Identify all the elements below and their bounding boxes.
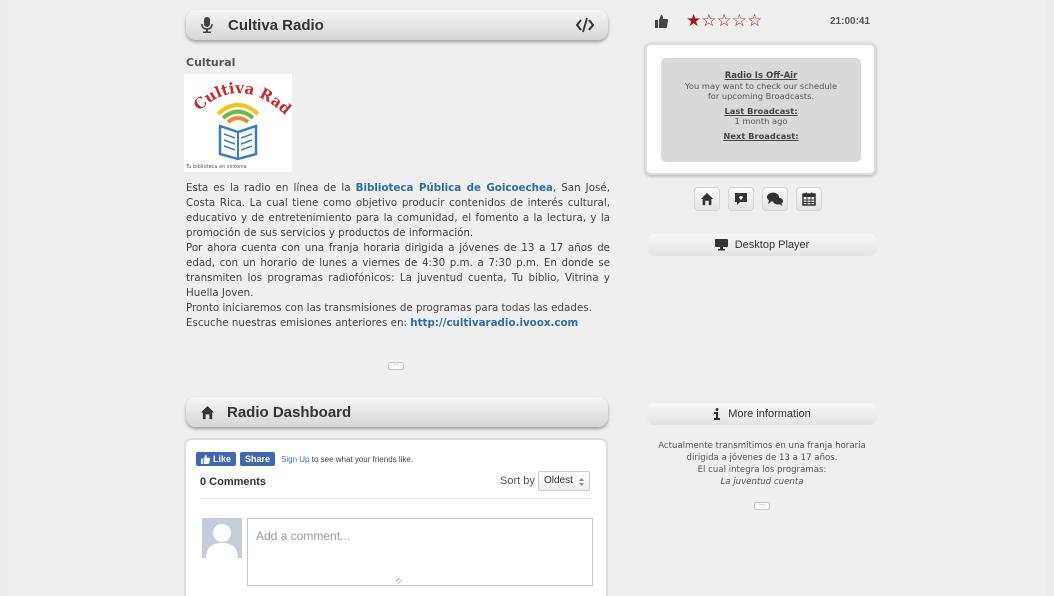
dashboard-title: Radio Dashboard xyxy=(227,403,352,421)
sort-arrows-icon xyxy=(579,478,584,486)
clock: 21:00:41 xyxy=(830,16,871,27)
microphone-icon xyxy=(201,17,213,33)
next-broadcast-label: Next Broadcast: xyxy=(723,131,799,141)
chat-icon xyxy=(767,192,783,206)
sort-select[interactable]: Oldest xyxy=(538,471,590,491)
description-paragraph: Pronto iniciaremos con las transmisiones… xyxy=(186,302,592,314)
user-silhouette-icon xyxy=(206,524,238,558)
home-button[interactable] xyxy=(694,187,720,211)
station-description: Esta es la radio en línea de la Bibliote… xyxy=(186,181,610,331)
star-rating[interactable]: ★ ☆ ☆ ☆ ☆ xyxy=(686,12,762,30)
chat-button[interactable] xyxy=(762,187,788,211)
comments-widget: Like Share Sign Up to see what your frie… xyxy=(184,438,608,596)
status-message: for upcoming Broadcasts. xyxy=(707,91,815,101)
action-buttons xyxy=(694,187,822,211)
star-empty-icon[interactable]: ☆ xyxy=(717,12,732,30)
expand-description-button[interactable]: ··· xyxy=(388,362,404,370)
station-logo: Cultiva Radio Tu biblioteca en sintonía xyxy=(179,60,295,172)
avatar xyxy=(202,518,242,558)
star-empty-icon[interactable]: ☆ xyxy=(747,12,762,30)
description-paragraph: Esta es la radio en línea de la Bibliote… xyxy=(186,182,610,239)
broadcast-status-panel: Radio Is Off-Air You may want to check o… xyxy=(645,43,876,175)
star-filled-icon[interactable]: ★ xyxy=(686,12,701,30)
star-empty-icon[interactable]: ☆ xyxy=(732,12,747,30)
genre-label: Cultural xyxy=(186,56,236,69)
ivoox-link[interactable]: http://cultivaradio.ivoox.com xyxy=(410,317,578,329)
thumbs-up-icon xyxy=(201,454,210,464)
last-broadcast-label: Last Broadcast: xyxy=(724,106,798,116)
broadcast-status-inner: Radio Is Off-Air You may want to check o… xyxy=(661,58,861,162)
facebook-share-button[interactable]: Share xyxy=(240,452,276,466)
comment-count: 0 Comments xyxy=(200,476,267,488)
divider xyxy=(200,498,592,499)
station-header: Cultiva Radio xyxy=(186,10,608,40)
facebook-like-row: Like Share Sign Up to see what your frie… xyxy=(196,452,413,466)
more-information-label: More information xyxy=(728,408,811,420)
star-empty-icon[interactable]: ☆ xyxy=(701,12,716,30)
calendar-icon xyxy=(802,192,816,206)
facebook-signup-text: Sign Up to see what your friends like. xyxy=(281,454,414,464)
status-title: Radio Is Off-Air xyxy=(724,71,798,81)
comment-button[interactable] xyxy=(728,187,754,211)
comment-input[interactable]: Add a comment... xyxy=(247,518,593,586)
rating-row: ★ ☆ ☆ ☆ ☆ xyxy=(655,12,762,30)
home-icon xyxy=(200,405,215,419)
more-information-header: More information xyxy=(647,403,877,425)
last-broadcast-value: 1 month ago xyxy=(734,116,788,126)
logo-tagline: Tu biblioteca en sintonía xyxy=(186,164,247,170)
info-icon xyxy=(714,408,721,420)
description-paragraph: Por ahora cuenta con una franja horaria … xyxy=(186,242,610,299)
desktop-player-label: Desktop Player xyxy=(734,239,810,251)
description-paragraph: Escuche nuestras emisiones anteriores en… xyxy=(186,317,579,329)
comment-icon xyxy=(735,193,747,205)
station-title: Cultiva Radio xyxy=(228,16,324,34)
logo-graphic: Cultiva Radio xyxy=(179,60,295,161)
home-icon xyxy=(700,192,714,206)
more-information-text: Actualmente transmitimos en una franja h… xyxy=(658,441,866,487)
embed-code-icon[interactable] xyxy=(576,17,594,33)
library-link[interactable]: Biblioteca Pública de Goicoechea xyxy=(356,182,553,194)
facebook-like-button[interactable]: Like xyxy=(196,452,237,466)
sort-label: Sort by xyxy=(500,475,535,487)
thumbs-up-icon[interactable] xyxy=(655,14,668,28)
dashboard-header: Radio Dashboard xyxy=(186,397,608,427)
status-message: You may want to check our schedule xyxy=(684,81,838,91)
resize-grip[interactable] xyxy=(396,578,402,584)
expand-info-button[interactable]: ··· xyxy=(754,502,770,510)
signup-link[interactable]: Sign Up xyxy=(281,455,309,464)
calendar-button[interactable] xyxy=(796,187,822,211)
desktop-player-button[interactable]: Desktop Player xyxy=(647,234,877,256)
monitor-icon xyxy=(714,239,728,251)
